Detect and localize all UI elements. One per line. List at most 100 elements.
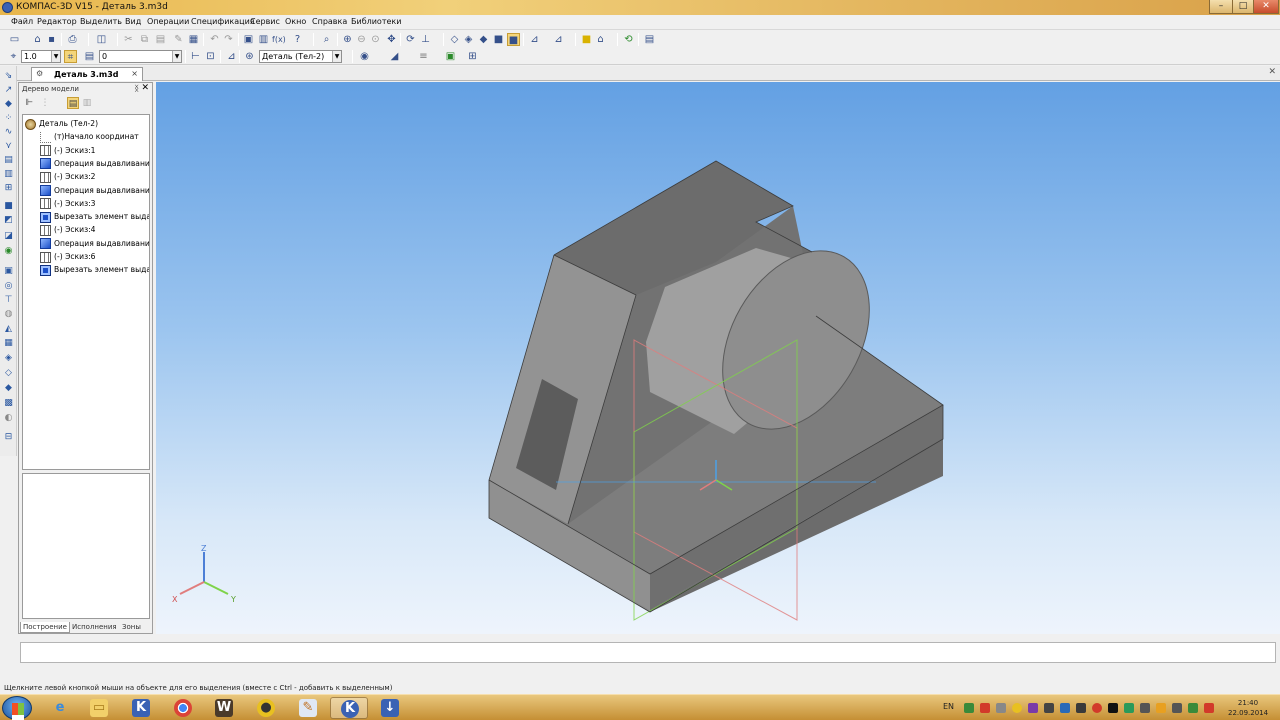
internet-explorer-app[interactable]: e [41, 697, 79, 719]
tree-item[interactable]: Операция выдавливания [40, 184, 149, 197]
tool-icon[interactable]: ◈ [3, 353, 14, 364]
sketch-plane-icon[interactable]: ■ [580, 33, 593, 46]
tray-icon[interactable] [1140, 703, 1150, 713]
pin-icon[interactable]: ᛝ [134, 84, 139, 93]
properties-icon[interactable]: ▦ [187, 33, 200, 46]
manager-icon[interactable]: ▣ [242, 33, 255, 46]
tray-icon[interactable] [1076, 703, 1086, 713]
document-tab[interactable]: ⚙ Деталь 3.m3d × [31, 67, 143, 81]
tool-icon[interactable]: ⇘ [3, 71, 14, 82]
tool-icon[interactable]: ◪ [3, 231, 14, 242]
tree-item[interactable]: (-) Эскиз:2 [40, 170, 96, 183]
tree-item[interactable]: (-) Эскиз:4 [40, 223, 96, 236]
step-cursor-icon[interactable]: ⌖ [7, 50, 20, 63]
tray-icon[interactable] [1124, 703, 1134, 713]
color-icon[interactable]: ◢ [388, 50, 401, 63]
tab-zones[interactable]: Зоны [120, 622, 143, 633]
halftone-edges-icon[interactable]: ■ [507, 33, 520, 46]
menu-libraries[interactable]: Библиотеки [351, 17, 401, 26]
hidden-lines-icon[interactable]: ◈ [462, 33, 475, 46]
variables-icon[interactable]: f(x) [272, 33, 286, 46]
zoom-all-icon[interactable]: ⊙ [369, 33, 382, 46]
tree-item[interactable]: Деталь (Тел-2) [25, 117, 98, 130]
tab-construction[interactable]: Построение [20, 622, 70, 633]
tool-icon[interactable]: ⁘ [3, 113, 14, 124]
tray-icon[interactable] [1156, 703, 1166, 713]
rotate-icon[interactable]: ⟳ [404, 33, 417, 46]
wireframe-icon[interactable]: ◇ [448, 33, 461, 46]
close-icon[interactable]: × [131, 69, 138, 78]
paste-icon[interactable]: ▤ [154, 33, 167, 46]
tool-icon[interactable]: ⋎ [3, 141, 14, 152]
yellow-app[interactable]: ● [247, 697, 285, 719]
tool-icon[interactable]: ⊟ [3, 432, 14, 443]
table-icon[interactable]: ⊞ [466, 50, 479, 63]
material-icon[interactable]: ◉ [358, 50, 371, 63]
tool-icon[interactable]: ◐ [3, 413, 14, 424]
menu-file[interactable]: Файл [11, 17, 33, 26]
snap-icon[interactable]: ⊿ [552, 33, 565, 46]
maximize-button[interactable]: □ [1232, 0, 1254, 14]
menu-operations[interactable]: Операции [147, 17, 189, 26]
tree-view-icon[interactable]: ▤ [67, 97, 79, 109]
chevron-down-icon[interactable]: ▼ [332, 51, 341, 62]
tool-icon[interactable]: ◆ [3, 99, 14, 110]
part-combo[interactable]: Деталь (Тел-2) ▼ [259, 50, 342, 63]
pan-icon[interactable]: ✥ [385, 33, 398, 46]
tray-icon[interactable] [980, 703, 990, 713]
tree-item[interactable]: (т)Начало координат [40, 130, 139, 143]
thin-lines-icon[interactable]: ◆ [477, 33, 490, 46]
tool-icon[interactable]: ◩ [3, 215, 14, 226]
minimize-button[interactable]: – [1209, 0, 1233, 14]
undo-icon[interactable]: ↶ [208, 33, 221, 46]
language-indicator[interactable]: EN [943, 702, 954, 711]
print-icon[interactable]: ⎙ [66, 33, 79, 46]
cut-icon[interactable]: ✂ [122, 33, 135, 46]
tool-icon[interactable]: ▤ [3, 155, 14, 166]
format-brush-icon[interactable]: ✎ [172, 33, 185, 46]
volume-icon[interactable] [1188, 703, 1198, 713]
tray-icon[interactable] [1044, 703, 1054, 713]
tool-icon[interactable]: ↗ [3, 85, 14, 96]
part-body-icon[interactable]: ⊛ [243, 50, 256, 63]
measure-icon[interactable]: ▤ [643, 33, 656, 46]
tree-order-icon[interactable]: ⊩ [23, 97, 35, 109]
menu-view[interactable]: Вид [125, 17, 141, 26]
start-button[interactable] [2, 696, 32, 720]
zoom-frame-icon[interactable]: ⌕ [320, 33, 333, 46]
tree-item[interactable]: (-) Эскиз:1 [40, 144, 96, 157]
flag-icon[interactable] [1204, 703, 1214, 713]
grid-snap-icon[interactable]: ⌗ [64, 50, 77, 63]
tool-icon[interactable]: ◎ [3, 281, 14, 292]
tree-item[interactable]: (-) Эскиз:6 [40, 250, 96, 263]
rebuild-icon[interactable]: ⟲ [622, 33, 635, 46]
tray-icon[interactable] [1108, 703, 1118, 713]
sketch-mode-icon[interactable]: ⊿ [225, 50, 238, 63]
save-icon[interactable]: ▪ [45, 33, 58, 46]
preview-icon[interactable]: ◫ [95, 33, 108, 46]
tray-icon[interactable] [1092, 703, 1102, 713]
menu-select[interactable]: Выделить [80, 17, 122, 26]
close-icon[interactable]: ✕ [141, 83, 149, 93]
layers-icon[interactable]: ▤ [83, 50, 96, 63]
network-icon[interactable] [1172, 703, 1182, 713]
filter-icon[interactable]: ⊿ [528, 33, 541, 46]
tray-icon[interactable] [1012, 703, 1022, 713]
view-manager-icon[interactable]: ⌂ [594, 33, 607, 46]
chrome-app[interactable] [164, 697, 202, 719]
layer-combo[interactable]: 0 ▼ [99, 50, 182, 63]
help-pointer-icon[interactable]: ? [291, 33, 304, 46]
tool-icon[interactable]: ⊞ [3, 183, 14, 194]
tool-icon[interactable]: ▥ [3, 169, 14, 180]
installer-app[interactable]: ↓ [371, 697, 409, 719]
orientation-icon[interactable]: ⊡ [204, 50, 217, 63]
close-button[interactable]: ✕ [1253, 0, 1279, 14]
tree-split-icon[interactable]: ▥ [81, 97, 93, 109]
tool-icon[interactable]: ⊤ [3, 295, 14, 306]
open-file-icon[interactable]: ⌂ [31, 33, 44, 46]
tool-icon[interactable]: ◇ [3, 368, 14, 379]
local-cs-icon[interactable]: ⊢ [189, 50, 202, 63]
tool-icon[interactable]: ◭ [3, 324, 14, 335]
library-icon[interactable]: ▥ [257, 33, 270, 46]
tab-versions[interactable]: Исполнения [70, 622, 119, 633]
